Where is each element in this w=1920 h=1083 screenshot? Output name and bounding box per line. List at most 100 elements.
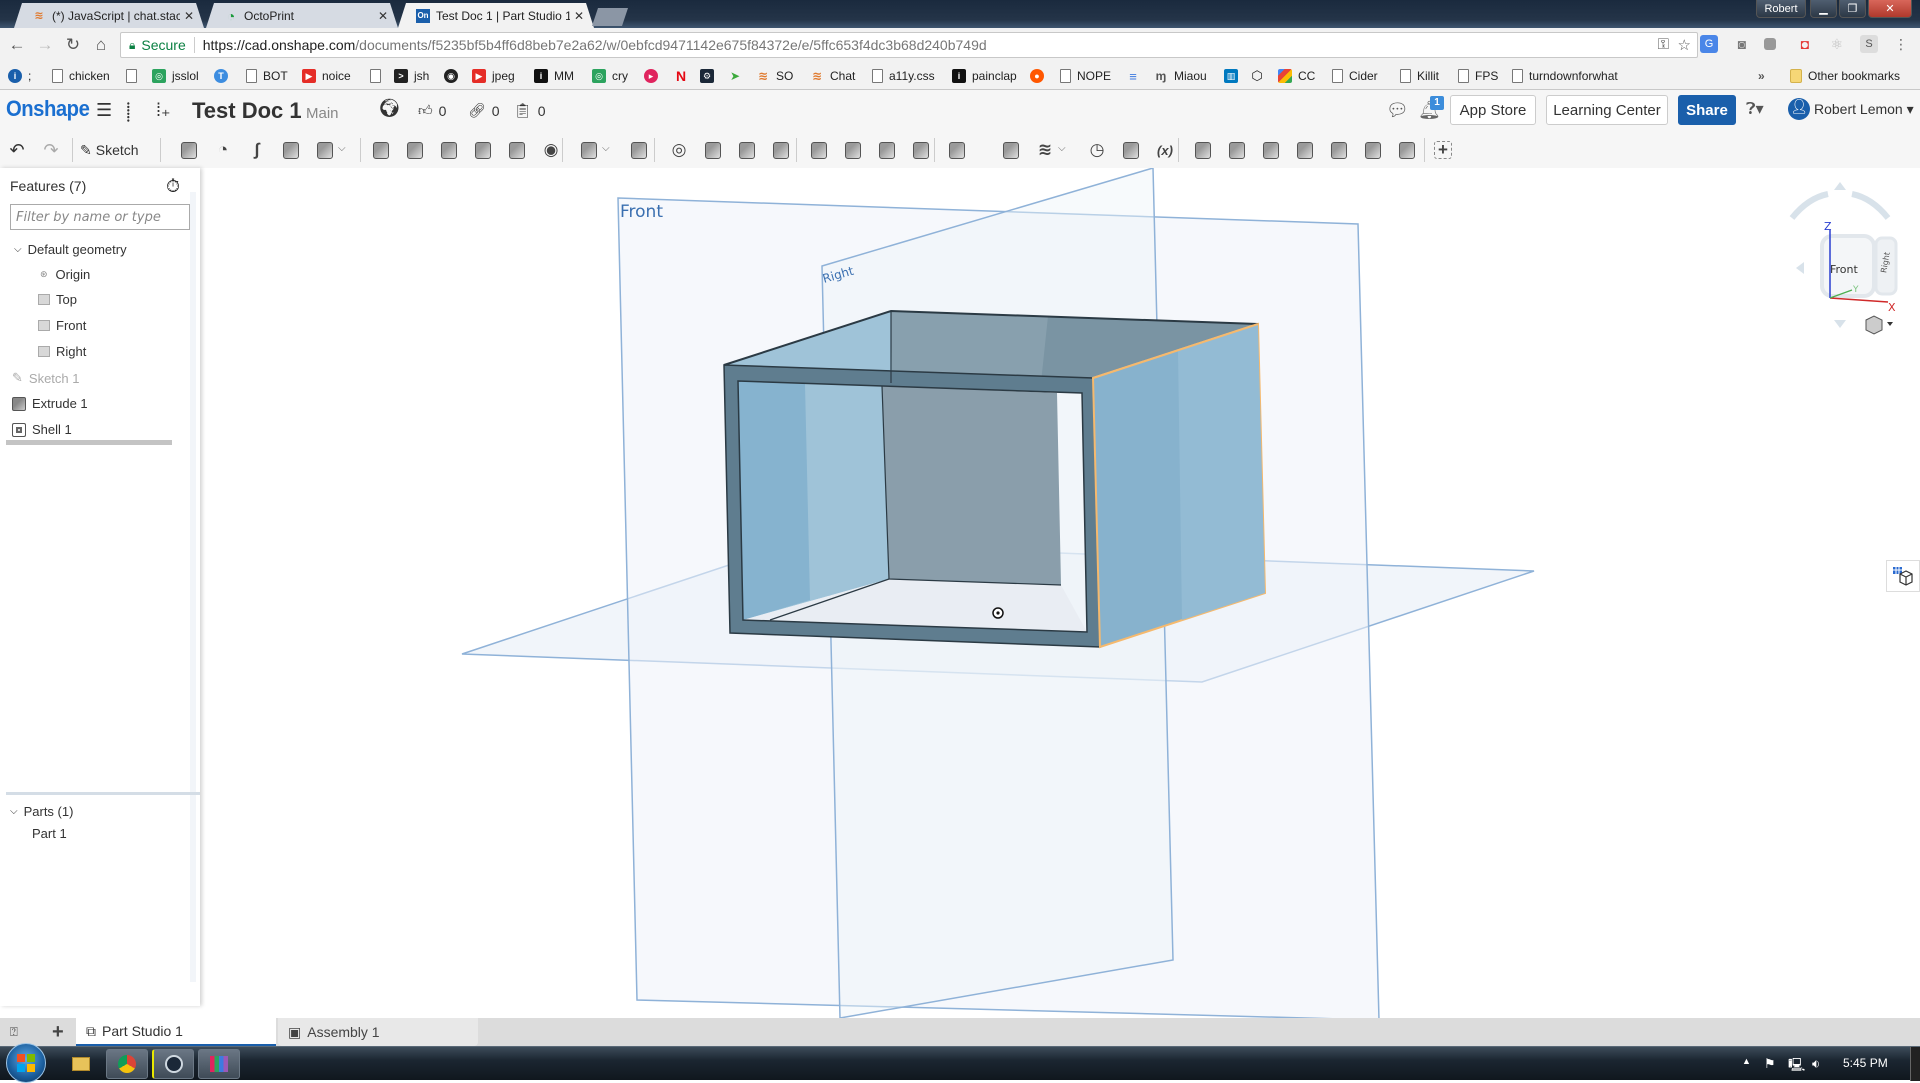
action-center-flag-icon[interactable]: ⚑ [1764, 1056, 1776, 1072]
rebuild-timer-icon[interactable]: ⏱︎ [166, 176, 180, 197]
bookmark[interactable]: FPS [1458, 67, 1498, 85]
feature-filter-input[interactable] [10, 204, 190, 230]
tray-expand-icon[interactable]: ▲ [1742, 1056, 1751, 1066]
maximize-button[interactable]: ❐ [1839, 0, 1866, 18]
plane-icon[interactable] [1000, 139, 1022, 161]
chrome-taskbar-icon[interactable] [106, 1049, 148, 1079]
feature-item-extrude-1[interactable]: Extrude 1 [12, 396, 88, 411]
view-cube-graphic[interactable]: Front Right Z X Y [1780, 180, 1910, 340]
bookmark[interactable]: i painclap [952, 67, 1017, 85]
chevron-down-icon[interactable]: ⌵ [10, 806, 18, 817]
model-scene[interactable]: Front Right [200, 168, 1920, 1018]
reload-button[interactable]: ↻ [62, 34, 84, 56]
configuration-panel-button[interactable] [1886, 560, 1920, 592]
extrude-icon[interactable] [178, 139, 200, 161]
part-1-body[interactable] [723, 309, 1267, 649]
window-user-badge[interactable]: Robert [1756, 0, 1806, 18]
network-icon[interactable]: 🖳︎ [1788, 1056, 1805, 1078]
bookmark[interactable]: ◎ cry [592, 67, 628, 85]
default-geometry-group[interactable]: ⌵ Default geometry [14, 242, 127, 257]
bookmark[interactable]: N [674, 67, 694, 85]
sheet-metal-icon[interactable] [1192, 139, 1214, 161]
browser-tab-octoprint[interactable]: ◔ OctoPrint ✕ [206, 3, 398, 28]
helix-icon[interactable]: ≋ [1034, 139, 1056, 161]
tab-manager-icon[interactable]: ⍰ [4, 1018, 32, 1046]
bookmark[interactable]: turndownforwhat [1512, 67, 1618, 85]
graphics-viewport[interactable]: Front Right [200, 168, 1920, 1018]
bookmark[interactable]: i MM [534, 67, 574, 85]
mate-connector-icon[interactable] [736, 139, 758, 161]
links-counter[interactable]: 🔗︎ 0 [468, 102, 500, 119]
copies-counter[interactable]: 📋︎ 0 [514, 102, 546, 119]
bookmark[interactable]: > jsh [394, 67, 429, 85]
back-button[interactable]: ← [6, 34, 28, 56]
close-window-button[interactable]: ✕ [1868, 0, 1912, 18]
bookmark[interactable]: ▶ noice [302, 67, 351, 85]
bookmark[interactable]: ≋ Chat [810, 67, 855, 85]
view-up-arrow-icon[interactable] [1834, 182, 1846, 190]
onshape-logo[interactable]: Onshape [6, 96, 90, 122]
start-button[interactable] [6, 1043, 46, 1083]
corner-icon[interactable] [1328, 139, 1350, 161]
add-custom-feature-icon[interactable]: + [1434, 140, 1452, 159]
part-item[interactable]: Part 1 [32, 826, 67, 841]
close-tab-icon[interactable]: ✕ [574, 9, 584, 23]
bookmark[interactable]: ≋ SO [756, 67, 793, 85]
import-icon[interactable] [1120, 139, 1142, 161]
loft-icon[interactable] [280, 139, 302, 161]
bookmark[interactable]: ▶ jpeg [472, 67, 515, 85]
audio-app-taskbar-icon[interactable] [198, 1049, 240, 1079]
pattern-icon[interactable] [578, 139, 600, 161]
bookmark[interactable]: ⚙ [700, 67, 720, 85]
part-inner-back-face[interactable] [882, 386, 1061, 585]
insert-icon[interactable]: ⁞₊ [156, 100, 171, 121]
extension-gray-icon[interactable] [1764, 38, 1776, 50]
chevron-down-icon[interactable]: ⌵ [602, 143, 610, 154]
tab-part-studio-1[interactable]: ⧉ Part Studio 1 [76, 1018, 276, 1046]
variable-icon[interactable]: (x) [1154, 139, 1176, 161]
bookmark[interactable]: ɱ Miaou [1154, 67, 1207, 85]
view-left-arrow-icon[interactable] [1796, 262, 1804, 274]
replace-face-icon[interactable] [910, 139, 932, 161]
bookmark[interactable]: Cider [1332, 67, 1378, 85]
undo-icon[interactable]: ↶ [6, 139, 28, 161]
globe-icon[interactable]: 🌍︎ [378, 98, 401, 119]
fillet-icon[interactable] [370, 139, 392, 161]
comments-icon[interactable]: 💬︎ [1386, 100, 1409, 121]
rib-icon[interactable] [472, 139, 494, 161]
move-face-icon[interactable] [876, 139, 898, 161]
offset-surface-icon[interactable] [946, 139, 968, 161]
revolve-icon[interactable]: ◔ [212, 139, 234, 161]
volume-icon[interactable]: 🔉︎ [1812, 1056, 1820, 1072]
user-avatar-icon[interactable]: 👤︎ [1788, 98, 1810, 120]
chevron-down-icon[interactable]: ⌵ [1058, 143, 1066, 154]
google-translate-icon[interactable]: G [1700, 35, 1718, 53]
close-tab-icon[interactable]: ✕ [184, 9, 194, 23]
feature-item-origin[interactable]: ⊛ Origin [40, 267, 90, 282]
finish-sheet-metal-icon[interactable] [1396, 139, 1418, 161]
menu-kebab-icon[interactable]: ⋮ [1892, 35, 1910, 53]
bookmark[interactable]: NOPE [1060, 67, 1111, 85]
panel-scrollbar-track[interactable] [190, 192, 196, 982]
feature-item-shell-1[interactable]: Shell 1 [12, 422, 72, 437]
steam-taskbar-icon[interactable] [152, 1049, 194, 1079]
document-title[interactable]: Test Doc 1 [192, 98, 302, 124]
feature-item-front-plane[interactable]: Front [38, 318, 86, 333]
chevron-down-icon[interactable]: ⌵ [338, 143, 346, 154]
bookmark[interactable]: Killit [1400, 67, 1439, 85]
bookmark[interactable]: ▥ [1224, 67, 1244, 85]
bookmark[interactable]: a11y.css [872, 67, 935, 85]
bend-relief-icon[interactable] [1362, 139, 1384, 161]
hamburger-menu-icon[interactable]: ☰ [96, 100, 112, 121]
split-icon[interactable] [702, 139, 724, 161]
robot-icon[interactable]: ◘ [1796, 35, 1814, 53]
s-extension-icon[interactable]: S [1860, 35, 1878, 53]
react-icon[interactable]: ⚛ [1828, 35, 1846, 53]
bookmark[interactable] [126, 67, 143, 85]
versions-history-icon[interactable]: ⸽ [126, 100, 131, 124]
sketch-button[interactable]: ✎ Sketch [80, 139, 152, 161]
bookmarks-overflow-button[interactable]: » [1758, 67, 1765, 85]
bookmark[interactable] [370, 67, 387, 85]
parts-group[interactable]: ⌵ Parts (1) [10, 804, 73, 819]
rotate-right-arrow-icon[interactable] [1851, 191, 1891, 220]
